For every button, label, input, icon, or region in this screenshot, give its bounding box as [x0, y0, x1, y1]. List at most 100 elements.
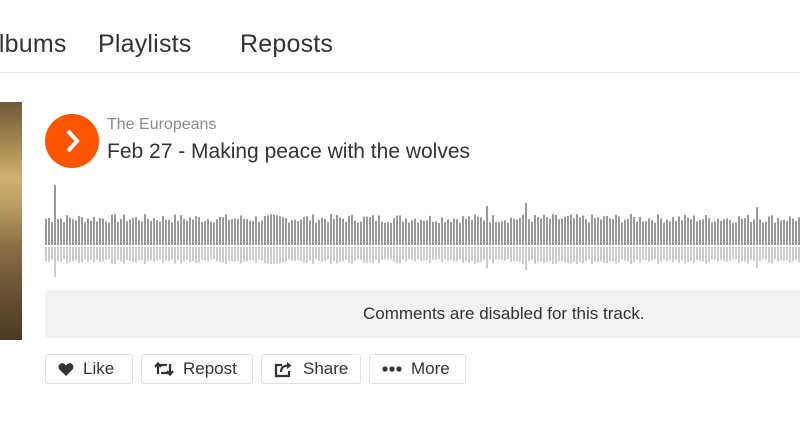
waveform-bar — [357, 222, 359, 245]
waveform-reflection-bar — [732, 247, 734, 260]
waveform-reflection-bar — [180, 247, 182, 264]
waveform-reflection-bar — [171, 247, 173, 260]
waveform-bar — [333, 218, 335, 245]
waveform-reflection-bar — [750, 247, 752, 260]
track-artwork[interactable] — [0, 102, 22, 340]
waveform-reflection-bar — [45, 247, 47, 262]
waveform-bar — [648, 218, 650, 245]
waveform-bar — [666, 219, 668, 245]
waveform-bar — [210, 222, 212, 245]
waveform-reflection-bar — [315, 247, 317, 260]
waveform-bar — [612, 219, 614, 245]
waveform-bar — [711, 222, 713, 245]
waveform-reflection-bar — [708, 247, 710, 262]
waveform-bar — [123, 214, 125, 245]
waveform-reflection-bar — [156, 247, 158, 261]
waveform-bar — [111, 214, 113, 245]
waveform-reflection-bar — [423, 247, 425, 261]
waveform-reflection-bar — [531, 247, 533, 260]
waveform-bar — [510, 217, 512, 245]
waveform-reflection-bar — [84, 247, 86, 260]
waveform-bar — [738, 216, 740, 245]
waveform-bar — [291, 220, 293, 245]
waveform-reflection-bar — [441, 247, 443, 263]
play-button[interactable] — [45, 114, 99, 168]
waveform-reflection-bar — [438, 247, 440, 260]
waveform-reflection-bar — [669, 247, 671, 261]
waveform-bar — [525, 203, 527, 245]
waveform[interactable] — [45, 182, 800, 277]
tab-reposts[interactable]: Reposts — [240, 30, 333, 59]
waveform-reflection-bar — [237, 247, 239, 262]
waveform-bar — [243, 218, 245, 245]
waveform-bar — [600, 219, 602, 245]
repost-button[interactable]: Repost — [141, 354, 253, 384]
waveform-reflection-bar — [117, 247, 119, 260]
waveform-bar — [375, 220, 377, 245]
waveform-bar — [81, 217, 83, 245]
track-title[interactable]: Feb 27 - Making peace with the wolves — [107, 140, 470, 164]
waveform-reflection-bar — [168, 247, 170, 261]
waveform-bar — [513, 219, 515, 245]
waveform-reflection-bar — [321, 247, 323, 262]
waveform-reflection-bar — [747, 247, 749, 264]
waveform-reflection-bar — [624, 247, 626, 261]
waveform-bar — [75, 220, 77, 245]
waveform-reflection-bar — [600, 247, 602, 262]
waveform-bar — [654, 222, 656, 245]
waveform-reflection-bar — [336, 247, 338, 264]
share-button[interactable]: Share — [261, 354, 361, 384]
waveform-bar — [216, 219, 218, 245]
waveform-reflection-bar — [123, 247, 125, 264]
artist-name[interactable]: The Europeans — [107, 116, 216, 134]
waveform-reflection-bar — [435, 247, 437, 260]
waveform-reflection-bar — [69, 247, 71, 263]
tab-playlists[interactable]: Playlists — [98, 30, 192, 59]
waveform-bar — [669, 221, 671, 245]
waveform-bar — [450, 222, 452, 245]
waveform-reflection-bar — [411, 247, 413, 261]
waveform-reflection-bar — [129, 247, 131, 262]
waveform-reflection-bar — [540, 247, 542, 262]
waveform-reflection-bar — [96, 247, 98, 260]
waveform-reflection-bar — [699, 247, 701, 261]
waveform-reflection-bar — [513, 247, 515, 262]
waveform-bar — [657, 214, 659, 245]
more-button[interactable]: More — [369, 354, 466, 384]
waveform-reflection-bar — [75, 247, 77, 261]
waveform-bar — [141, 221, 143, 245]
waveform-bar — [603, 216, 605, 245]
waveform-bar — [708, 217, 710, 245]
waveform-reflection-bar — [555, 247, 557, 264]
waveform-reflection-bar — [498, 247, 500, 260]
waveform-reflection-bar — [651, 247, 653, 261]
tab-albums[interactable]: Albums — [0, 30, 67, 59]
waveform-reflection-bar — [258, 247, 260, 260]
waveform-reflection-bar — [288, 247, 290, 260]
waveform-reflection-bar — [705, 247, 707, 264]
like-button[interactable]: Like — [45, 354, 133, 384]
waveform-reflection-bar — [60, 247, 62, 262]
waveform-reflection-bar — [333, 247, 335, 262]
waveform-bar — [732, 222, 734, 245]
waveform-reflection-bar — [465, 247, 467, 262]
waveform-reflection-bar — [636, 247, 638, 260]
waveform-bar — [462, 216, 464, 245]
waveform-reflection-bar — [102, 247, 104, 262]
waveform-bar — [117, 221, 119, 245]
waveform-bar — [69, 217, 71, 245]
waveform-reflection-bar — [627, 247, 629, 262]
waveform-bar — [564, 216, 566, 245]
waveform-bar — [615, 215, 617, 245]
waveform-bar — [471, 219, 473, 245]
waveform-bar — [396, 215, 398, 245]
waveform-reflection-bar — [453, 247, 455, 262]
waveform-reflection-bar — [126, 247, 128, 261]
waveform-bar — [480, 217, 482, 245]
waveform-reflection-bar — [459, 247, 461, 260]
waveform-reflection-bar — [633, 247, 635, 263]
waveform-reflection-bar — [276, 247, 278, 264]
waveform-bar — [183, 218, 185, 245]
waveform-bar — [267, 215, 269, 245]
waveform-bar — [144, 214, 146, 245]
